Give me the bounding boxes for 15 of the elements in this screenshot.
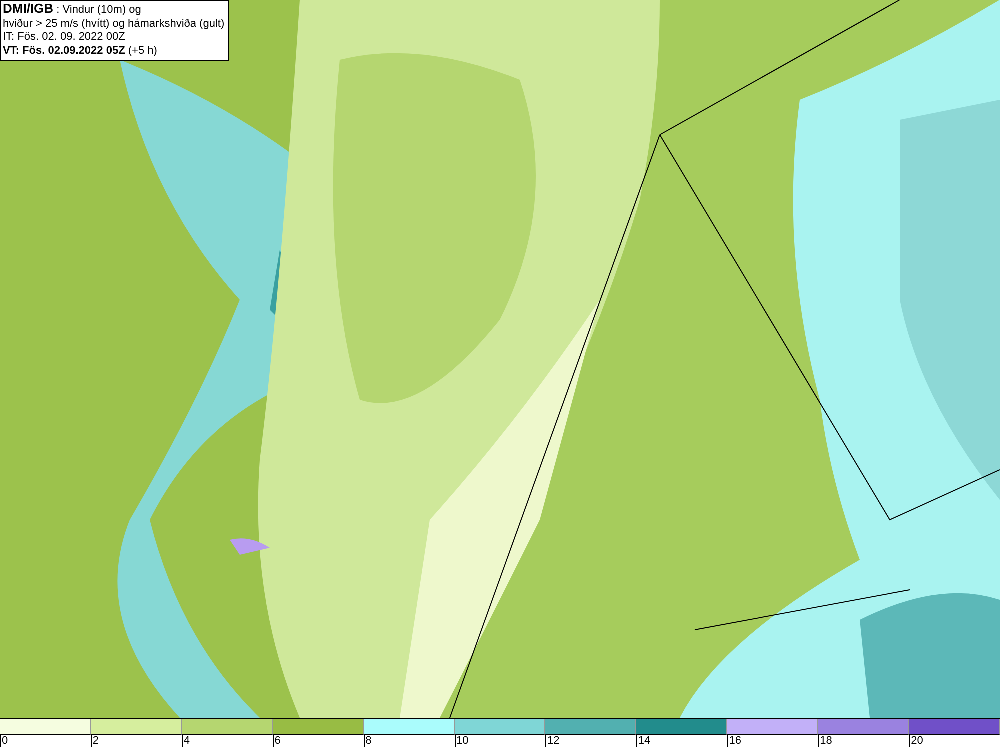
info-text: DMI/IGB : Vindur (10m) og xyxy=(3,2,142,18)
info-text: IT: Fös. 02. 09. 2022 00Z xyxy=(3,31,126,44)
info-text: hviður > 25 m/s (hvítt) og hámarkshviða (gult) xyxy=(3,18,225,31)
scale-label: 20 xyxy=(911,735,924,747)
scale-label: 2 xyxy=(92,735,100,747)
scale-label: 10 xyxy=(456,735,469,747)
scale-label: 0 xyxy=(2,735,8,747)
scale-label: 14 xyxy=(638,735,651,747)
scale-label: 18 xyxy=(820,735,832,747)
scale-label: 12 xyxy=(547,735,560,747)
scale-label: 6 xyxy=(274,735,281,747)
scale-label: 8 xyxy=(366,735,372,747)
info-text: VT: Fös. 02.09.2022 05Z (+5 h) xyxy=(3,44,158,58)
scale-label: 4 xyxy=(184,735,190,747)
scale-label: 16 xyxy=(729,735,742,747)
